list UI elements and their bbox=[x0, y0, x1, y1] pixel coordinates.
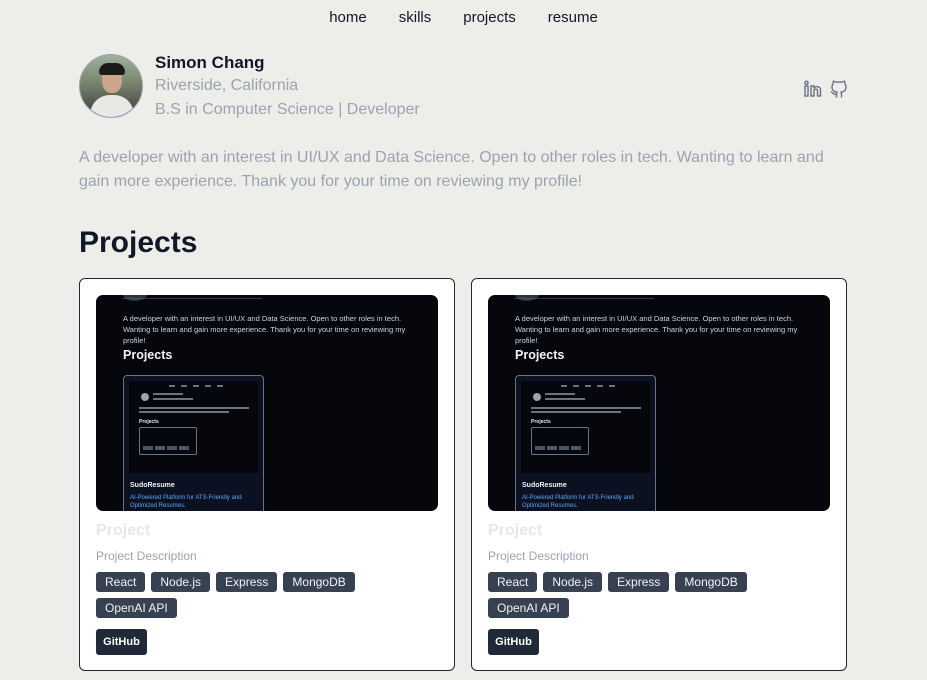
preview-inner-card: Projects SudoResume AI-Powered Platform … bbox=[123, 375, 264, 511]
preview-heading: Projects bbox=[123, 348, 173, 362]
github-button[interactable]: GitHub bbox=[488, 629, 539, 655]
preview-bio: A developer with an interest in UI/UX an… bbox=[515, 314, 798, 345]
project-title: Project bbox=[96, 522, 151, 539]
nav-resume[interactable]: resume bbox=[548, 9, 598, 26]
nav-home[interactable]: home bbox=[329, 9, 367, 26]
profile-name: Simon Chang bbox=[155, 53, 265, 72]
project-description: Project Description bbox=[96, 549, 197, 563]
preview-inner-desc: AI-Powered Platform for ATS-Friendly and… bbox=[522, 495, 634, 509]
tag-nodejs: Node.js bbox=[151, 572, 211, 592]
project-description: Project Description bbox=[488, 549, 589, 563]
profile-title: B.S in Computer Science | Developer bbox=[155, 101, 420, 118]
project-card: A developer with an interest in UI/UX an… bbox=[79, 278, 455, 671]
preview-heading: Projects bbox=[515, 348, 565, 362]
tag-react: React bbox=[96, 572, 146, 592]
project-screenshot: A developer with an interest in UI/UX an… bbox=[488, 295, 830, 511]
project-screenshot: A developer with an interest in UI/UX an… bbox=[96, 295, 438, 511]
project-card: A developer with an interest in UI/UX an… bbox=[471, 278, 847, 671]
nav-skills[interactable]: skills bbox=[399, 9, 432, 26]
profile-header: Simon Chang Riverside, California B.S in… bbox=[79, 53, 849, 123]
linkedin-icon[interactable] bbox=[803, 79, 823, 99]
preview-inner-title: SudoResume bbox=[130, 482, 175, 489]
tag-express: Express bbox=[608, 572, 670, 592]
github-button[interactable]: GitHub bbox=[96, 629, 147, 655]
preview-inner-card: Projects SudoResume AI-Powered Platform … bbox=[515, 375, 656, 511]
tag-react: React bbox=[488, 572, 538, 592]
top-nav: home skills projects resume bbox=[0, 0, 927, 34]
avatar bbox=[79, 54, 143, 118]
tag-express: Express bbox=[216, 572, 278, 592]
tag-mongodb: MongoDB bbox=[675, 572, 747, 592]
tag-openai-api: OpenAI API bbox=[488, 598, 569, 618]
profile-location: Riverside, California bbox=[155, 77, 299, 94]
tag-openai-api: OpenAI API bbox=[96, 598, 177, 618]
preview-bio: A developer with an interest in UI/UX an… bbox=[123, 314, 406, 345]
tag-nodejs: Node.js bbox=[543, 572, 603, 592]
tag-mongodb: MongoDB bbox=[283, 572, 355, 592]
social-links bbox=[803, 79, 849, 99]
preview-inner-desc: AI-Powered Platform for ATS-Friendly and… bbox=[130, 495, 242, 509]
nav-projects[interactable]: projects bbox=[463, 9, 516, 26]
tech-tags: React Node.js Express MongoDB OpenAI API bbox=[488, 572, 788, 618]
bio-text: A developer with an interest in UI/UX an… bbox=[79, 149, 824, 190]
projects-heading: Projects bbox=[79, 226, 198, 259]
project-title: Project bbox=[488, 522, 543, 539]
tech-tags: React Node.js Express MongoDB OpenAI API bbox=[96, 572, 396, 618]
github-icon[interactable] bbox=[829, 79, 849, 99]
preview-inner-title: SudoResume bbox=[522, 482, 567, 489]
